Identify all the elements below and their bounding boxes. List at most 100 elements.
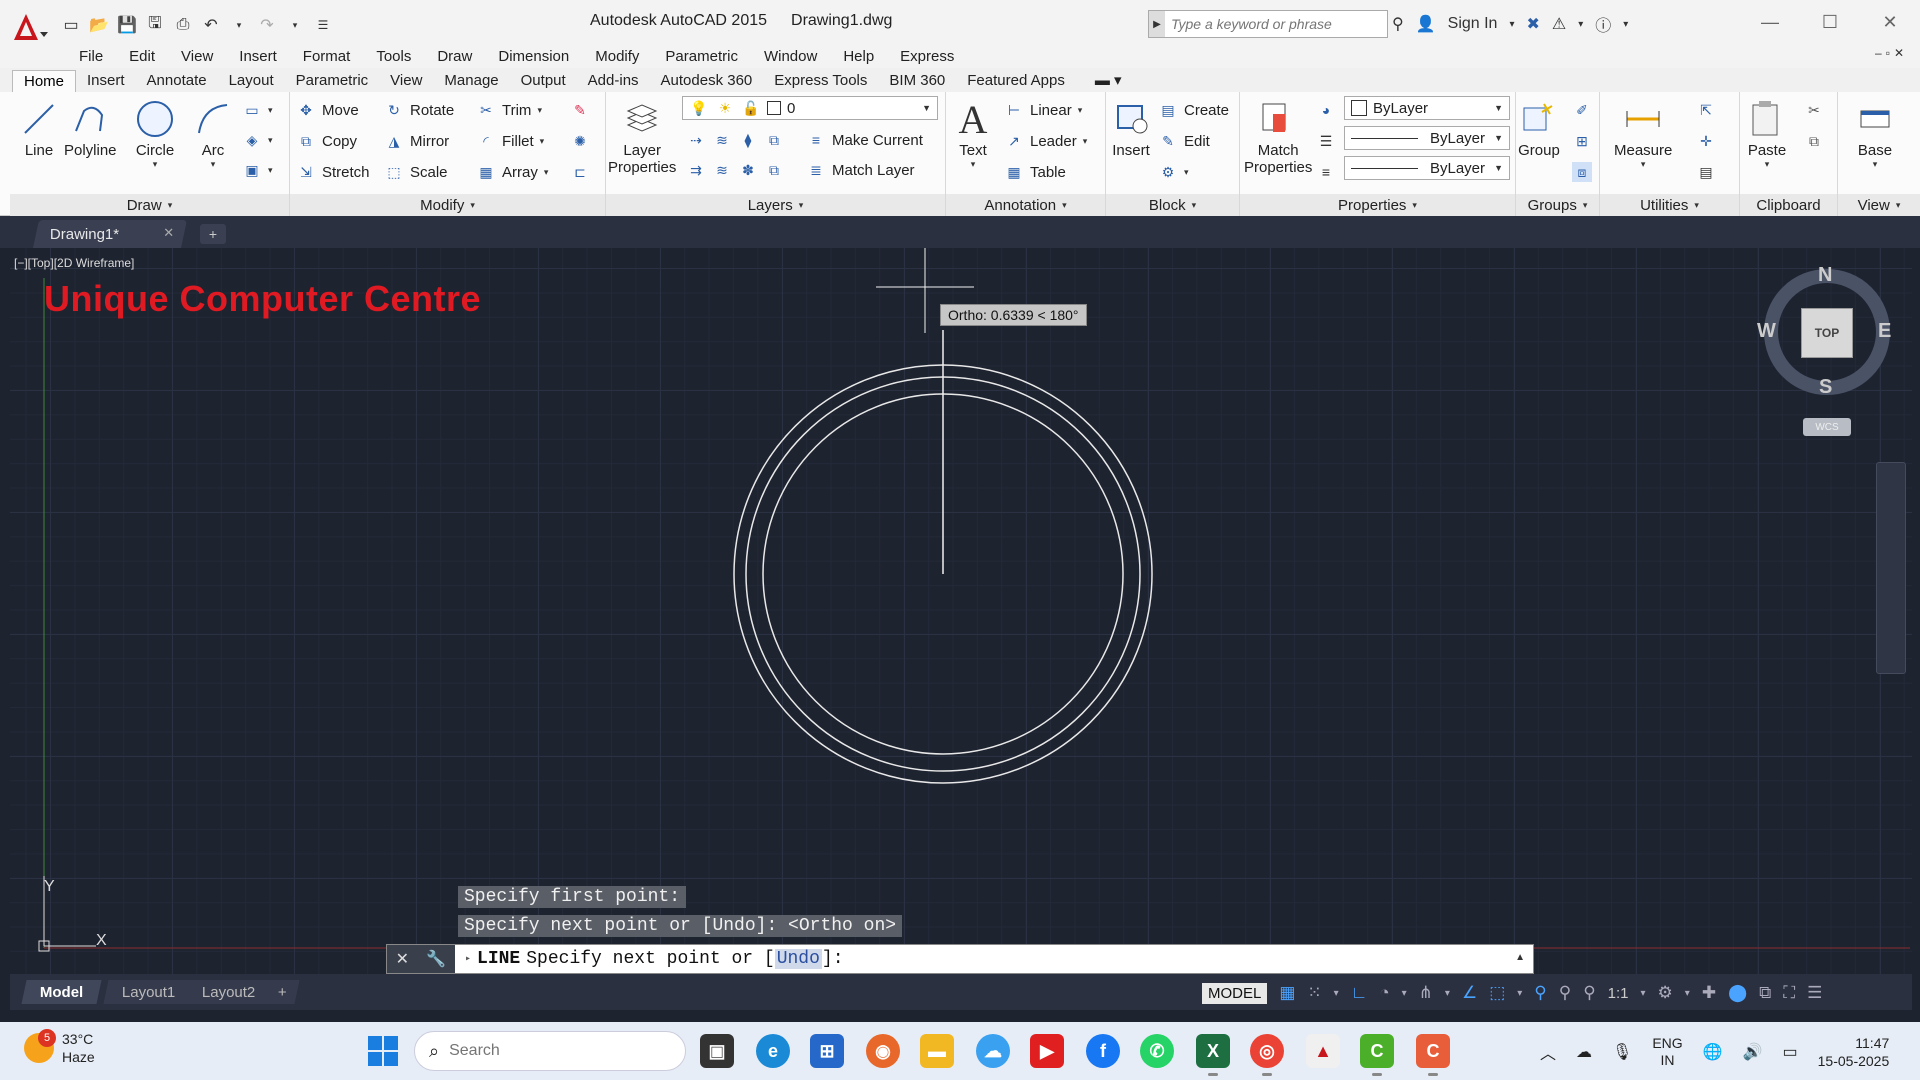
layer-dropdown[interactable]: 💡 ☀ 🔓 0 ▼ (682, 96, 938, 120)
copy-button[interactable]: ⧉ Copy (296, 129, 357, 153)
fillet-button[interactable]: ◜ Fillet ▾ (476, 129, 544, 153)
quick-select-icon[interactable]: ⇱ (1696, 98, 1716, 122)
color-dropdown[interactable]: ByLayer ▼ (1344, 96, 1510, 120)
array-button[interactable]: ▦ Array ▾ (476, 160, 548, 184)
help-icon[interactable]: ⓘ (1595, 12, 1611, 36)
layout-tab-model[interactable]: Model (21, 980, 102, 1004)
menu-draw[interactable]: Draw (424, 48, 485, 65)
workspace-dropdown-icon[interactable]: ▾ (1685, 988, 1690, 999)
group-selection-icon[interactable]: ⧈ (1572, 160, 1592, 184)
plot-icon[interactable]: ⎙ (172, 14, 194, 36)
isolate-objects-icon[interactable]: ⬤ (1728, 983, 1747, 1003)
isodraft-dropdown-icon[interactable]: ▾ (1445, 988, 1450, 999)
leader-button[interactable]: ↗ Leader ▾ (1004, 129, 1087, 153)
trim-button[interactable]: ✂ Trim ▾ (476, 98, 542, 122)
camtasia-icon[interactable]: C (1416, 1034, 1450, 1076)
text-button[interactable]: A Text ▾ (952, 96, 994, 170)
a360-icon[interactable]: ⚠ (1552, 14, 1566, 34)
snap-icon[interactable]: ⁙ (1307, 983, 1321, 1003)
file-explorer-icon[interactable]: ▬ (920, 1034, 954, 1068)
weather-app-icon[interactable]: ☁ (976, 1034, 1010, 1068)
command-input[interactable]: ▸ LINE Specify next point or [Undo]: (455, 949, 844, 969)
layer-properties-button[interactable]: Layer Properties (608, 96, 676, 176)
close-tab-icon[interactable]: ✕ (163, 225, 174, 241)
scale-button[interactable]: ⬚ Scale (384, 160, 447, 184)
panel-utilities-title[interactable]: Utilities ▾ (1600, 194, 1739, 216)
menu-dimension[interactable]: Dimension (485, 48, 582, 65)
new-tab-icon[interactable]: + (200, 224, 226, 244)
tab-home[interactable]: Home (12, 70, 77, 92)
customization-icon[interactable]: ☰ (1807, 983, 1822, 1003)
help-search-input[interactable] (1165, 16, 1375, 32)
viewcube-east[interactable]: E (1878, 320, 1891, 343)
show-hidden-icons-icon[interactable]: ︿ (1540, 1040, 1556, 1064)
menu-help[interactable]: Help (830, 48, 887, 65)
microphone-icon[interactable]: 🎙 (1612, 1042, 1632, 1062)
base-view-button[interactable]: Base ▾ (1854, 96, 1896, 170)
tab-featured-apps[interactable]: Featured Apps (956, 70, 1076, 92)
tab-express-tools[interactable]: Express Tools (763, 70, 878, 92)
mirror-button[interactable]: ◮ Mirror (384, 129, 450, 153)
sign-in-dropdown-icon[interactable]: ▾ (1509, 19, 1514, 30)
tab-layout[interactable]: Layout (218, 70, 285, 92)
panel-view-title[interactable]: View ▾ (1838, 194, 1920, 216)
layout-tab-layout2[interactable]: Layout2 (183, 980, 274, 1004)
group-edit-icon[interactable]: ⊞ (1572, 129, 1592, 153)
ribbon-minimize-icon[interactable]: ▬ ▾ (1084, 70, 1133, 92)
stretch-button[interactable]: ⇲ Stretch (296, 160, 369, 184)
drawing-canvas[interactable]: [−][Top][2D Wireframe] Unique Computer C… (10, 248, 1912, 1010)
tab-output[interactable]: Output (510, 70, 577, 92)
open-file-icon[interactable]: 📂 (88, 14, 110, 36)
panel-clipboard-title[interactable]: Clipboard (1740, 194, 1837, 216)
linear-dimension-button[interactable]: ⊢ Linear ▾ (1004, 98, 1082, 122)
menu-parametric[interactable]: Parametric (652, 48, 751, 65)
autocad-logo-icon[interactable] (10, 10, 50, 46)
viewcube-top-face[interactable]: TOP (1801, 308, 1853, 358)
boundary-icon[interactable]: ▣ ▾ (242, 158, 272, 182)
maximize-icon[interactable]: ☐ (1800, 0, 1860, 44)
arc-button[interactable]: Arc ▾ (192, 96, 234, 170)
document-window-controls[interactable]: –▫✕ (1875, 46, 1908, 60)
taskbar-search-input[interactable] (449, 1042, 650, 1060)
edit-block-button[interactable]: ✎ Edit (1158, 129, 1210, 153)
minimize-icon[interactable]: — (1740, 0, 1800, 44)
annotation-monitor-icon[interactable]: ✚ (1702, 983, 1716, 1003)
panel-properties-title[interactable]: Properties ▾ (1240, 194, 1515, 216)
a360-dropdown-icon[interactable]: ▾ (1578, 19, 1583, 30)
command-customize-icon[interactable]: 🔧 (426, 949, 446, 969)
add-layout-icon[interactable]: + (265, 980, 300, 1004)
calculator-icon[interactable]: ▤ (1696, 160, 1716, 184)
panel-layers-title[interactable]: Layers ▾ (606, 194, 945, 216)
isodraft-icon[interactable]: ⋔ (1419, 983, 1433, 1003)
undo-icon[interactable]: ↶ (200, 14, 222, 36)
menu-view[interactable]: View (168, 48, 226, 65)
polyline-button[interactable]: Polyline (64, 96, 117, 159)
color-wheel-icon[interactable]: ◕ (1316, 98, 1336, 122)
menu-format[interactable]: Format (290, 48, 364, 65)
linetype-icon[interactable]: ≡ (1316, 160, 1336, 184)
command-option-undo[interactable]: Undo (774, 949, 822, 969)
navigation-bar[interactable] (1876, 462, 1906, 674)
viewcube-north[interactable]: N (1818, 264, 1832, 287)
facebook-icon[interactable]: f (1086, 1034, 1120, 1068)
offset-icon[interactable]: ⊏ (570, 160, 590, 184)
rotate-button[interactable]: ↻ Rotate (384, 98, 454, 122)
lineweight-dropdown[interactable]: ByLayer ▼ (1344, 126, 1510, 150)
weather-widget[interactable]: 5 33°C Haze (24, 1029, 95, 1066)
volume-icon[interactable]: 🔊 (1743, 1042, 1763, 1062)
save-icon[interactable]: 💾 (116, 14, 138, 36)
paste-button[interactable]: Paste ▾ (1746, 96, 1788, 170)
panel-draw-title[interactable]: Draw ▾ (10, 194, 289, 216)
close-icon[interactable]: ✕ (1860, 0, 1920, 44)
hatch-icon[interactable]: ◈ ▾ (242, 128, 273, 152)
tab-autodesk-360[interactable]: Autodesk 360 (650, 70, 764, 92)
menu-window[interactable]: Window (751, 48, 830, 65)
chrome-icon[interactable]: ◎ (1250, 1034, 1284, 1076)
circle-button[interactable]: Circle ▾ (134, 96, 176, 170)
wcs-menu[interactable]: WCS (1803, 418, 1851, 436)
make-current-button[interactable]: ≡ Make Current (806, 128, 923, 152)
task-view-icon[interactable]: ▣ (700, 1034, 734, 1068)
rectangle-icon[interactable]: ▭ ▾ (242, 98, 272, 122)
grid-icon[interactable]: ▦ (1279, 983, 1295, 1003)
layer-tools-row1[interactable]: ⇢ ≋ ⧫ ⧉ (686, 128, 784, 152)
